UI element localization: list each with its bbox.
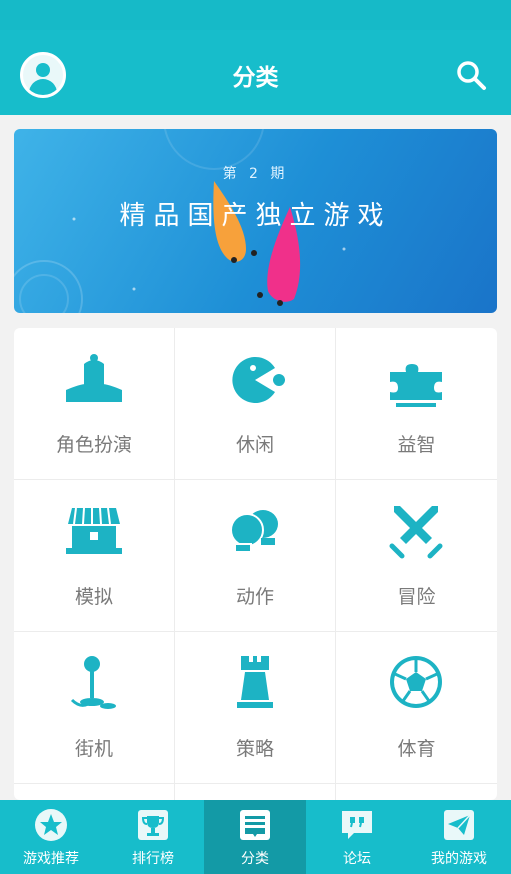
category-simulation[interactable]: 模拟 (14, 480, 175, 632)
page-title: 分类 (232, 65, 279, 91)
category-action[interactable]: 动作 (175, 480, 336, 632)
category-label: 体育 (397, 738, 436, 760)
category-rpg[interactable]: 角色扮演 (14, 328, 175, 480)
quote-bubble-icon (342, 811, 372, 839)
chess-rook-icon (237, 656, 273, 708)
category-partial (14, 784, 175, 800)
app-header: 分类 (0, 30, 511, 115)
trophy-icon (138, 810, 168, 840)
puzzle-icon (390, 364, 442, 407)
search-icon[interactable] (454, 58, 488, 92)
tab-label: 分类 (241, 851, 269, 867)
category-sports[interactable]: 体育 (336, 632, 497, 784)
bottom-tab-bar: 游戏推荐 排行榜 分类 论坛 我的游戏 (0, 800, 511, 874)
category-casual[interactable]: 休闲 (175, 328, 336, 480)
status-bar (0, 0, 511, 30)
tab-label: 我的游戏 (431, 851, 487, 867)
shop-icon (66, 507, 122, 554)
category-label: 策略 (235, 738, 274, 760)
rpg-figure-icon (66, 354, 122, 402)
category-label: 动作 (235, 586, 274, 608)
category-partial (175, 784, 336, 800)
category-partial (336, 784, 497, 800)
category-list-icon (240, 810, 270, 840)
pacman-icon (232, 357, 285, 403)
category-puzzle[interactable]: 益智 (336, 328, 497, 480)
category-label: 街机 (74, 738, 113, 760)
category-label: 益智 (397, 434, 436, 456)
tab-recommend[interactable]: 游戏推荐 (0, 800, 102, 874)
tab-my-games[interactable]: 我的游戏 (408, 800, 510, 874)
tab-label: 论坛 (343, 851, 371, 867)
tab-category[interactable]: 分类 (204, 800, 306, 874)
soccer-ball-icon (390, 656, 442, 708)
category-arcade[interactable]: 街机 (14, 632, 175, 784)
banner-headline: 精品国产独立游戏 (119, 201, 392, 231)
tab-forum[interactable]: 论坛 (306, 800, 408, 874)
category-label: 模拟 (74, 586, 113, 608)
joystick-icon (70, 656, 116, 709)
category-adventure[interactable]: 冒险 (336, 480, 497, 632)
tab-label: 游戏推荐 (23, 851, 79, 867)
crossed-swords-icon (389, 506, 443, 559)
paper-plane-icon (444, 810, 474, 840)
banner-issue: 第 2 期 (222, 166, 289, 182)
category-strategy[interactable]: 策略 (175, 632, 336, 784)
category-label: 角色扮演 (55, 434, 132, 456)
promo-banner[interactable]: 第 2 期 精品国产独立游戏 (14, 129, 497, 313)
category-label: 冒险 (397, 586, 436, 608)
category-grid: 角色扮演 休闲 益智 模拟 动作 冒险 街机 策略 体育 (14, 328, 497, 800)
category-label: 休闲 (235, 434, 274, 456)
star-icon (35, 809, 67, 841)
boxing-gloves-icon (230, 510, 278, 553)
tab-ranking[interactable]: 排行榜 (102, 800, 204, 874)
tab-label: 排行榜 (132, 851, 174, 867)
